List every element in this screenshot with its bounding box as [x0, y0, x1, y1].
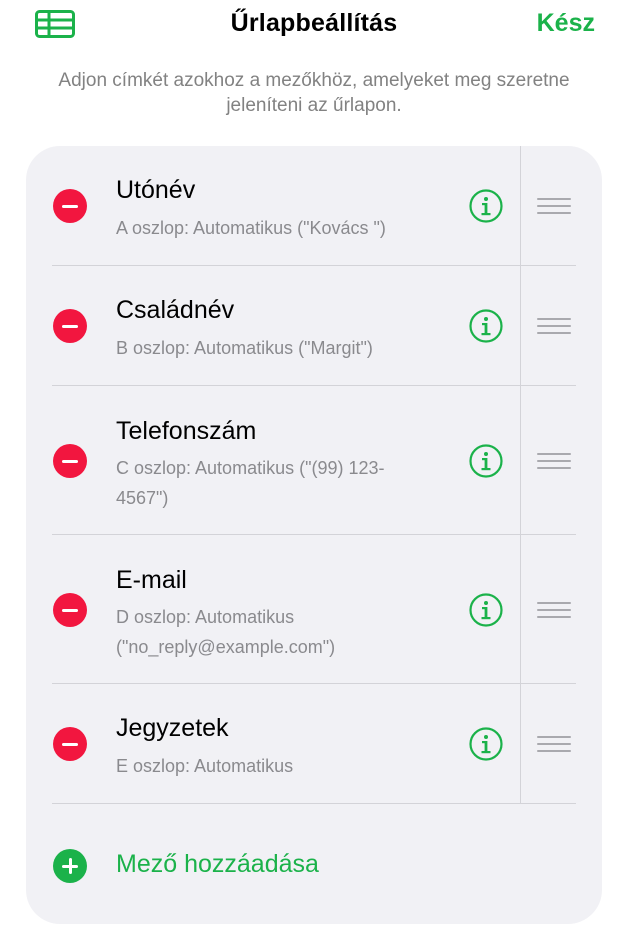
delete-field-button[interactable]: [53, 593, 87, 627]
field-detail: D oszlop: Automatikus ("no_reply@example…: [116, 607, 336, 657]
row-divider: [52, 803, 576, 804]
field-detail: A oszlop: Automatikus ("Kovács "): [116, 218, 386, 238]
description-text: Adjon címkét azokhoz a mezőkhöz, amelyek…: [58, 70, 570, 116]
add-field-button[interactable]: Mező hozzáadása: [26, 836, 602, 896]
drag-handle-icon[interactable]: [537, 318, 571, 336]
info-icon[interactable]: [469, 189, 503, 223]
plus-icon: [53, 849, 87, 883]
navigation-bar: Űrlapbeállítás Kész: [0, 0, 628, 48]
add-field-label: Mező hozzáadása: [116, 850, 319, 878]
field-name[interactable]: Családnév: [116, 296, 234, 325]
field-detail: C oszlop: Automatikus ("(99) 123-4567"): [116, 458, 385, 508]
list-item: Telefonszám C oszlop: Automatikus ("(99)…: [26, 386, 602, 535]
field-detail: B oszlop: Automatikus ("Margit"): [116, 338, 373, 358]
delete-field-button[interactable]: [53, 444, 87, 478]
field-detail: E oszlop: Automatikus: [116, 756, 294, 776]
info-icon[interactable]: [469, 309, 503, 343]
drag-handle-icon[interactable]: [537, 453, 571, 471]
done-button[interactable]: Kész: [537, 9, 595, 38]
drag-handle-icon[interactable]: [537, 736, 571, 754]
delete-field-button[interactable]: [53, 727, 87, 761]
drag-handle-icon[interactable]: [537, 198, 571, 216]
field-name[interactable]: E-mail: [116, 566, 187, 595]
info-icon[interactable]: [469, 593, 503, 627]
list-item: Utónév A oszlop: Automatikus ("Kovács "): [26, 146, 602, 266]
fields-list: Utónév A oszlop: Automatikus ("Kovács ")…: [26, 146, 602, 924]
delete-field-button[interactable]: [53, 309, 87, 343]
field-name[interactable]: Telefonszám: [116, 417, 256, 446]
drag-handle-icon[interactable]: [537, 602, 571, 620]
list-item: Jegyzetek E oszlop: Automatikus: [26, 684, 602, 804]
info-icon[interactable]: [469, 727, 503, 761]
list-item: E-mail D oszlop: Automatikus ("no_reply@…: [26, 535, 602, 684]
field-name[interactable]: Utónév: [116, 176, 195, 205]
delete-field-button[interactable]: [53, 189, 87, 223]
field-name[interactable]: Jegyzetek: [116, 714, 229, 743]
info-icon[interactable]: [469, 444, 503, 478]
page-title: Űrlapbeállítás: [230, 9, 398, 37]
list-item: Családnév B oszlop: Automatikus ("Margit…: [26, 266, 602, 386]
